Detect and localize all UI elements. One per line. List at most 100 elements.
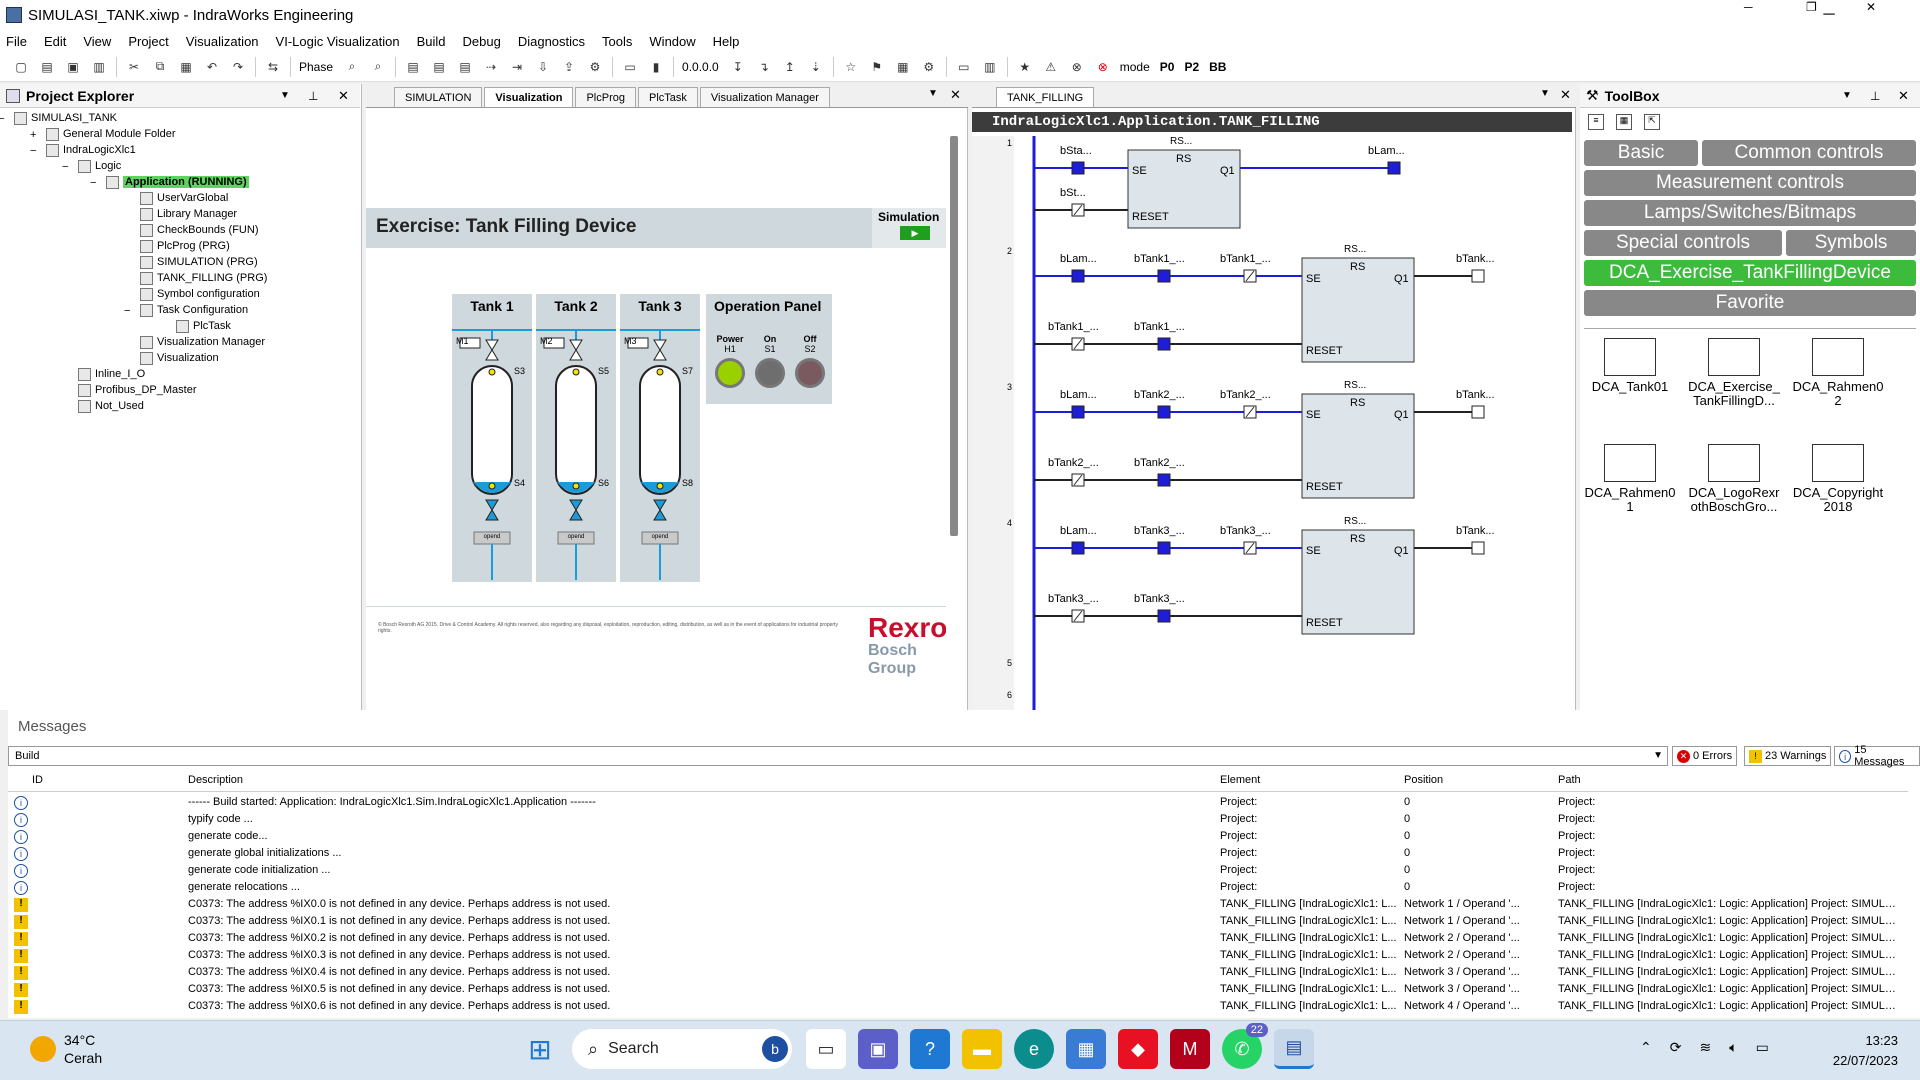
toolbox-item[interactable]: DCA_Tank01 [1584, 338, 1676, 394]
grid-view-icon[interactable]: ▦ [1616, 114, 1632, 130]
tab-tank-filling[interactable]: TANK_FILLING [996, 87, 1095, 107]
tree-node-visualization-manager[interactable]: Visualization Manager [140, 334, 265, 350]
tree-expander-icon[interactable]: + [30, 129, 36, 141]
help-icon[interactable]: ? [910, 1029, 950, 1069]
tree-node-symbol-configuration[interactable]: Symbol configuration [140, 286, 260, 302]
undo-icon[interactable]: ↶ [203, 58, 221, 76]
tree-node-profibus-dp-master[interactable]: Profibus_DP_Master [78, 382, 197, 398]
step-over-icon[interactable]: ↴ [755, 58, 773, 76]
menu-diagnostics[interactable]: Diagnostics [518, 34, 585, 49]
toolbox-category-lamps-switches-bitmaps[interactable]: Lamps/Switches/Bitmaps [1584, 200, 1916, 226]
version-field[interactable]: 0.0.0.0 [682, 60, 719, 74]
step-into-icon[interactable]: ↧ [729, 58, 747, 76]
chevron-up-icon[interactable]: ⌃ [1640, 1039, 1652, 1056]
indraworks-icon[interactable]: ▤ [1274, 1029, 1314, 1069]
ladder-tabs-close-icon[interactable]: ✕ [1560, 87, 1571, 103]
anydesk-icon[interactable]: ◆ [1118, 1029, 1158, 1069]
viz-tabs-close-icon[interactable]: ✕ [950, 87, 961, 103]
message-row[interactable]: ! C0373: The address %IX0.1 is not define… [8, 913, 1908, 930]
tree-node-task-configuration[interactable]: Task Configuration [140, 302, 248, 318]
step-out-icon[interactable]: ↥ [781, 58, 799, 76]
tree-expander-icon[interactable]: − [0, 113, 4, 125]
tab-visualization[interactable]: Visualization [484, 87, 574, 107]
layout-icon[interactable]: ▦ [894, 58, 912, 76]
tree-node-simulasi-tank[interactable]: SIMULASI_TANK [14, 110, 117, 126]
message-row[interactable]: i generate code... Project: 0 Project: [8, 828, 1908, 845]
tree-node-application-running-[interactable]: Application (RUNNING) [106, 174, 249, 190]
message-row[interactable]: ! C0373: The address %IX0.4 is not define… [8, 964, 1908, 981]
menu-help[interactable]: Help [713, 34, 740, 49]
breakpoint-icon[interactable]: ⚑ [868, 58, 886, 76]
save-icon[interactable]: ▣ [64, 58, 82, 76]
new-icon[interactable]: ▢ [12, 58, 30, 76]
tree-node-simulation-prg-[interactable]: SIMULATION (PRG) [140, 254, 258, 270]
toolbox-category-basic[interactable]: Basic [1584, 140, 1698, 166]
menu-file[interactable]: File [6, 34, 27, 49]
panel-close-icon[interactable]: ✕ [338, 88, 349, 104]
watch-icon[interactable]: ▭ [955, 58, 973, 76]
pin-icon[interactable]: ⊥ [308, 89, 318, 103]
volume-icon[interactable]: 🔈︎ [1729, 1039, 1737, 1056]
favorite-icon[interactable]: ★ [1016, 58, 1034, 76]
star-icon[interactable]: ☆ [842, 58, 860, 76]
message-row[interactable]: ! C0373: The address %IX0.2 is not define… [8, 930, 1908, 947]
warning-icon[interactable]: ⚠ [1042, 58, 1060, 76]
menu-build[interactable]: Build [417, 34, 446, 49]
open-valve-button[interactable]: opend [642, 534, 678, 540]
toolbox-pin-icon[interactable]: ⊥ [1870, 89, 1880, 103]
error-icon[interactable]: ⊗ [1094, 58, 1112, 76]
mcafee-icon[interactable]: M [1170, 1029, 1210, 1069]
panel-menu-icon[interactable]: ▼ [280, 90, 290, 101]
p2-button[interactable]: P2 [1184, 60, 1199, 74]
messages-filter-select[interactable]: Build ▼ [8, 746, 1668, 766]
clean-icon[interactable]: ▤ [456, 58, 474, 76]
bb-button[interactable]: BB [1209, 60, 1226, 74]
open-icon[interactable]: ▤ [38, 58, 56, 76]
save-all-icon[interactable]: ▥ [90, 58, 108, 76]
chart-icon[interactable]: ▮ [647, 58, 665, 76]
tree-expander-icon[interactable]: − [30, 145, 36, 157]
tree-node-visualization[interactable]: Visualization [140, 350, 219, 366]
ladder-diagram[interactable]: 1 2 3 4 5 6 bSta... bSt... RS SE RESET Q1 RS... bLam.… [972, 136, 1572, 710]
toolbox-item[interactable]: DCA_LogoRexrothBoschGro... [1688, 444, 1780, 514]
menu-vi-logic-visualization[interactable]: VI-Logic Visualization [276, 34, 400, 49]
menu-debug[interactable]: Debug [463, 34, 501, 49]
menu-visualization[interactable]: Visualization [186, 34, 259, 49]
tree-node-plcprog-prg-[interactable]: PlcProg (PRG) [140, 238, 230, 254]
toolbox-category-special-controls[interactable]: Special controls [1584, 230, 1782, 256]
warnings-counter[interactable]: ! 23 Warnings [1744, 746, 1832, 766]
tab-plctask[interactable]: PlcTask [638, 87, 698, 107]
toolbox-category-symbols[interactable]: Symbols [1786, 230, 1916, 256]
sync-icon[interactable]: ⟳ [1670, 1039, 1682, 1056]
tab-plcprog[interactable]: PlcProg [575, 87, 636, 107]
copy-icon[interactable]: ⧉ [151, 58, 169, 76]
navigate-icon[interactable]: ⇆ [264, 58, 282, 76]
simulation-play-button[interactable]: ▶ [900, 226, 930, 240]
lamp-on[interactable]: On S1 [750, 334, 790, 388]
battery-icon[interactable]: ▭ [1756, 1039, 1769, 1056]
task-view-icon[interactable]: ▭ [806, 1029, 846, 1069]
build-icon[interactable]: ▤ [404, 58, 422, 76]
tree-node-general-module-folder[interactable]: General Module Folder [46, 126, 176, 142]
infos-counter[interactable]: i 15 Messages [1834, 744, 1920, 768]
lamp-off[interactable]: Off S2 [790, 334, 830, 388]
viz-tabs-menu-icon[interactable]: ▼ [928, 88, 938, 99]
open-valve-button[interactable]: opend [558, 534, 594, 540]
phase-button[interactable]: Phase [299, 60, 333, 74]
maximize-icon[interactable]: ❐ [1806, 0, 1817, 14]
search-box[interactable]: ⌕ Search b [572, 1029, 792, 1069]
column-header-position[interactable]: Position [1404, 774, 1554, 786]
ladder-tabs-menu-icon[interactable]: ▼ [1540, 88, 1550, 99]
tree-node-uservarglobal[interactable]: UserVarGlobal [140, 190, 228, 206]
tree-expander-icon[interactable]: − [124, 305, 130, 317]
find-icon[interactable]: ⌕ [343, 58, 361, 76]
toolbox-close-icon[interactable]: ✕ [1898, 88, 1909, 104]
tree-expander-icon[interactable]: − [62, 161, 68, 173]
message-row[interactable]: i generate global initializations ... Proj… [8, 845, 1908, 862]
message-row[interactable]: i generate relocations ... Project: 0 Projec… [8, 879, 1908, 896]
toolbox-item[interactable]: DCA_Rahmen02 [1792, 338, 1884, 408]
tab-visualization-manager[interactable]: Visualization Manager [699, 87, 830, 107]
open-valve-button[interactable]: opend [474, 534, 510, 540]
message-row[interactable]: ! C0373: The address %IX0.6 is not define… [8, 998, 1908, 1015]
pointer-icon[interactable]: ⇱ [1644, 114, 1660, 130]
